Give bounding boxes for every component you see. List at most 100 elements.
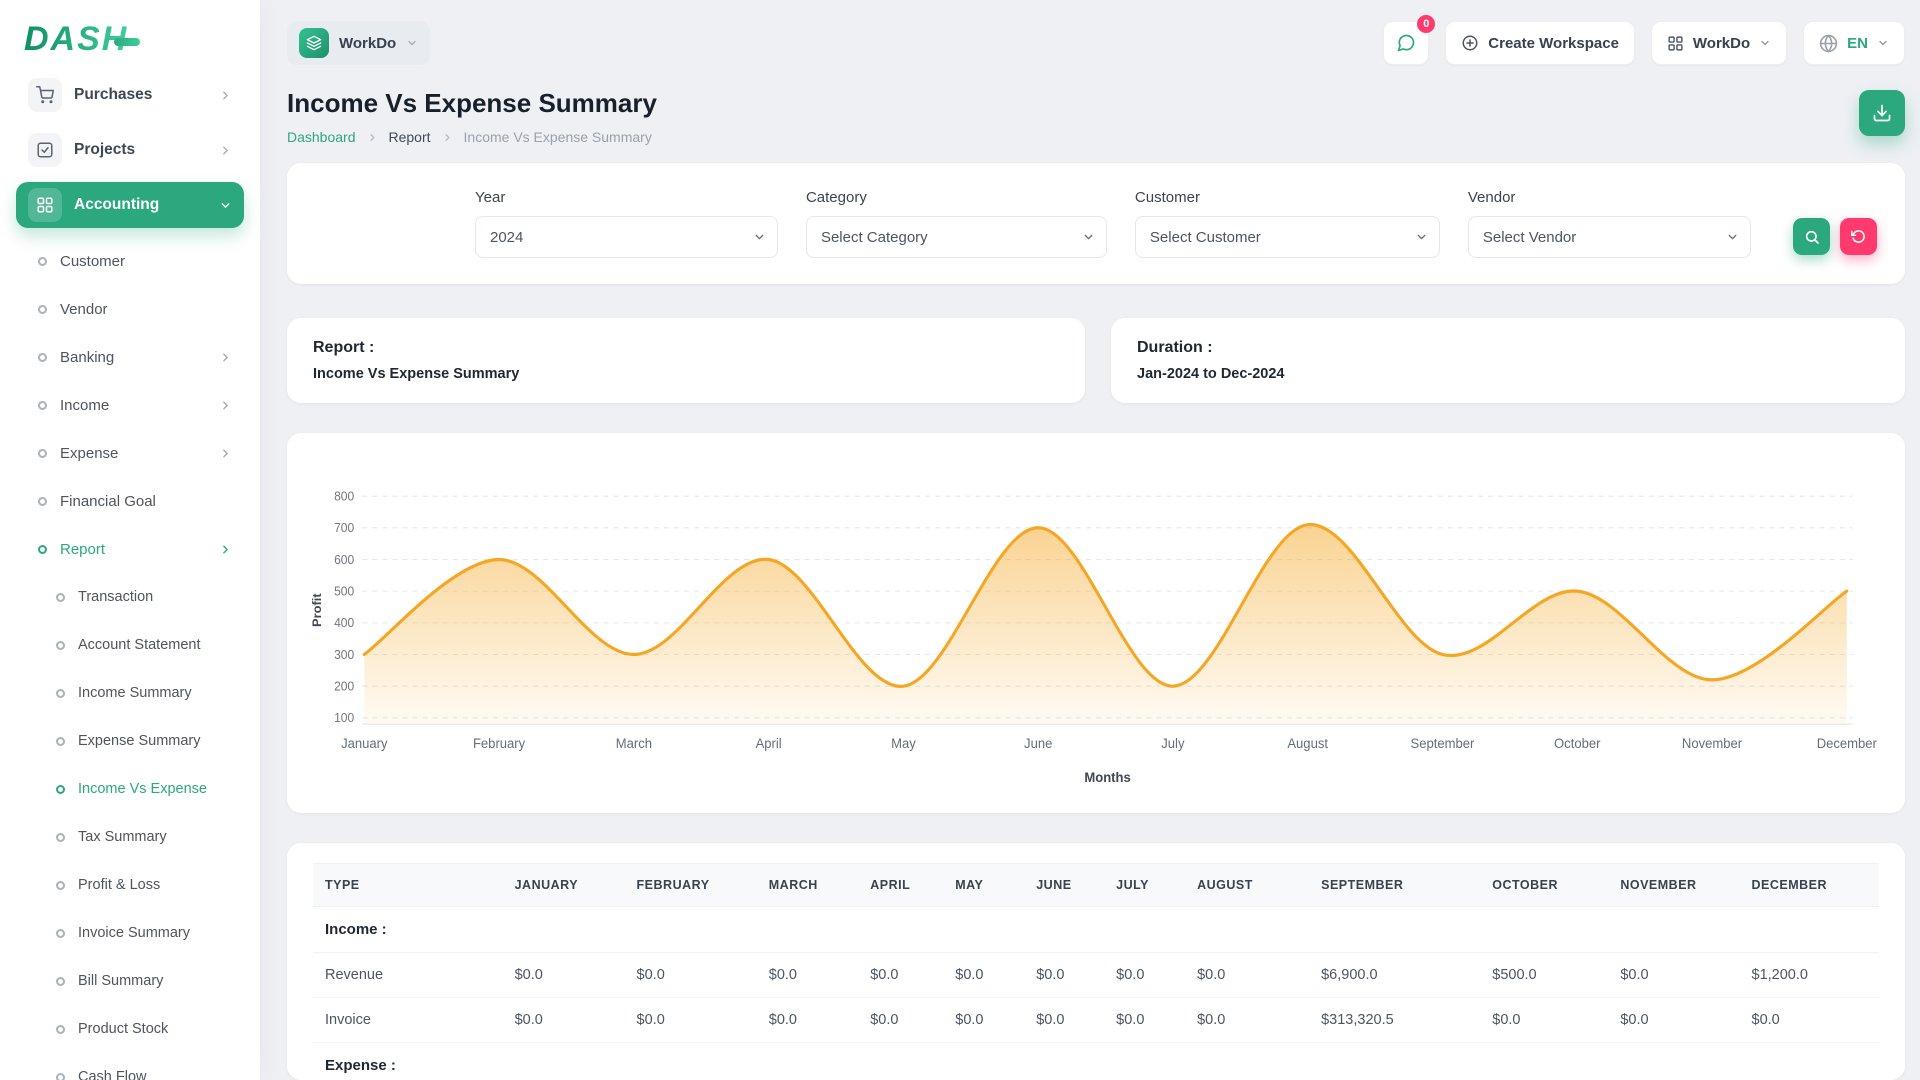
value-cell: $0.0 xyxy=(858,953,943,998)
workspace-menu-button[interactable]: WorkDo xyxy=(1651,21,1787,65)
report-value: Income Vs Expense Summary xyxy=(313,366,1059,382)
grid-icon xyxy=(1667,35,1684,52)
sidebar-item-banking[interactable]: Banking xyxy=(14,333,246,381)
chevron-down-icon xyxy=(219,199,232,212)
category-select[interactable]: Select Category xyxy=(806,216,1107,258)
value-cell: $0.0 xyxy=(858,998,943,1043)
sidebar-item-transaction[interactable]: Transaction xyxy=(14,573,246,621)
sidebar-item-label: Income Vs Expense xyxy=(78,781,232,797)
table-section-title: Expense : xyxy=(313,1043,1879,1080)
customer-field: Customer Select Customer xyxy=(1135,189,1440,258)
language-selector[interactable]: EN xyxy=(1803,21,1905,65)
sidebar-item-tax-summary[interactable]: Tax Summary xyxy=(14,813,246,861)
sidebar-item-label: Transaction xyxy=(78,589,232,605)
column-header: NOVEMBER xyxy=(1608,864,1739,907)
search-button[interactable] xyxy=(1793,218,1830,255)
column-header: MAY xyxy=(943,864,1024,907)
sidebar-item-purchases[interactable]: Purchases xyxy=(16,72,244,118)
sidebar-item-vendor[interactable]: Vendor xyxy=(14,285,246,333)
chevron-down-icon xyxy=(1759,37,1771,49)
sidebar-item-report[interactable]: Report xyxy=(14,525,246,573)
bullet-icon xyxy=(38,497,47,506)
download-button[interactable] xyxy=(1859,90,1905,136)
sidebar-item-profit-loss[interactable]: Profit & Loss xyxy=(14,861,246,909)
sidebar-item-label: Vendor xyxy=(60,301,232,318)
value-cell: $0.0 xyxy=(757,953,858,998)
sidebar-nav: Purchases Projects Accounting Customer Ve… xyxy=(14,72,246,1080)
sidebar-item-label: Tax Summary xyxy=(78,829,232,845)
messages-badge: 0 xyxy=(1417,15,1435,33)
vendor-label: Vendor xyxy=(1468,189,1751,206)
column-header: OCTOBER xyxy=(1480,864,1608,907)
sidebar-item-bill-summary[interactable]: Bill Summary xyxy=(14,957,246,1005)
sidebar-item-customer[interactable]: Customer xyxy=(14,237,246,285)
sidebar-item-expense-summary[interactable]: Expense Summary xyxy=(14,717,246,765)
sidebar-item-projects[interactable]: Projects xyxy=(16,127,244,173)
page-title: Income Vs Expense Summary xyxy=(287,88,657,119)
table-header-row: TYPEJANUARYFEBRUARYMARCHAPRILMAYJUNEJULY… xyxy=(313,864,1879,907)
summary-row: Report : Income Vs Expense Summary Durat… xyxy=(287,318,1905,403)
sidebar-item-label: Account Statement xyxy=(78,637,232,653)
breadcrumb: Dashboard Report Income Vs Expense Summa… xyxy=(287,129,657,145)
sidebar-item-label: Profit & Loss xyxy=(78,877,232,893)
value-cell: $0.0 xyxy=(943,998,1024,1043)
column-header: APRIL xyxy=(858,864,943,907)
value-cell: $0.0 xyxy=(1480,998,1608,1043)
value-cell: $0.0 xyxy=(503,953,625,998)
sidebar-item-financial-goal[interactable]: Financial Goal xyxy=(14,477,246,525)
create-workspace-label: Create Workspace xyxy=(1488,35,1619,52)
bullet-icon xyxy=(56,1025,65,1034)
customer-select[interactable]: Select Customer xyxy=(1135,216,1440,258)
svg-text:December: December xyxy=(1817,735,1878,750)
breadcrumb-current: Income Vs Expense Summary xyxy=(464,129,652,145)
bullet-icon xyxy=(56,737,65,746)
sidebar-item-label: Cash Flow xyxy=(78,1069,232,1080)
sidebar-item-income-vs-expense[interactable]: Income Vs Expense xyxy=(14,765,246,813)
accounting-submenu: Customer Vendor BankingIncomeExpense Financ… xyxy=(14,237,246,1080)
chevron-right-icon xyxy=(219,351,232,364)
value-cell: $0.0 xyxy=(1185,998,1309,1043)
bullet-icon xyxy=(38,257,47,266)
value-cell: $0.0 xyxy=(1185,953,1309,998)
sidebar-item-cash-flow[interactable]: Cash Flow xyxy=(14,1053,246,1080)
bullet-icon xyxy=(56,593,65,602)
svg-text:200: 200 xyxy=(334,679,354,693)
messages-button[interactable]: 0 xyxy=(1383,21,1429,65)
svg-text:July: July xyxy=(1161,735,1184,750)
category-label: Category xyxy=(806,189,1107,206)
sidebar-item-income-summary[interactable]: Income Summary xyxy=(14,669,246,717)
reset-button[interactable] xyxy=(1840,218,1877,255)
table-section-row: Expense : xyxy=(313,1043,1879,1080)
sidebar-item-label: Financial Goal xyxy=(60,493,232,510)
svg-text:800: 800 xyxy=(334,489,354,503)
value-cell: $0.0 xyxy=(1024,953,1104,998)
brand-logo[interactable]: DASH xyxy=(14,16,246,62)
breadcrumb-report[interactable]: Report xyxy=(389,129,431,145)
year-select[interactable]: 2024 xyxy=(475,216,778,258)
chevron-right-icon xyxy=(219,144,232,157)
sidebar-item-expense[interactable]: Expense xyxy=(14,429,246,477)
sidebar-item-product-stock[interactable]: Product Stock xyxy=(14,1005,246,1053)
bullet-icon xyxy=(56,881,65,890)
row-type-cell: Invoice xyxy=(313,998,503,1043)
globe-icon xyxy=(1819,34,1838,53)
table-section-row: Income : xyxy=(313,907,1879,953)
sidebar-item-label: Accounting xyxy=(74,196,207,214)
svg-text:Profit: Profit xyxy=(310,593,324,627)
sidebar-item-invoice-summary[interactable]: Invoice Summary xyxy=(14,909,246,957)
bullet-icon xyxy=(56,929,65,938)
sidebar-item-label: Purchases xyxy=(74,86,207,104)
sidebar-item-account-statement[interactable]: Account Statement xyxy=(14,621,246,669)
sidebar-item-income[interactable]: Income xyxy=(14,381,246,429)
sidebar-item-label: Projects xyxy=(74,141,207,159)
breadcrumb-dashboard[interactable]: Dashboard xyxy=(287,129,356,145)
workspace-selector[interactable]: WorkDo xyxy=(287,21,430,65)
bullet-icon xyxy=(38,401,47,410)
create-workspace-button[interactable]: Create Workspace xyxy=(1445,21,1635,65)
sidebar-item-label: Expense Summary xyxy=(78,733,232,749)
sidebar-item-accounting[interactable]: Accounting xyxy=(16,182,244,228)
table-row: Revenue$0.0$0.0$0.0$0.0$0.0$0.0$0.0$0.0$… xyxy=(313,953,1879,998)
income-expense-chart: 100200300400500600700800JanuaryFebruaryM… xyxy=(307,451,1885,793)
vendor-select[interactable]: Select Vendor xyxy=(1468,216,1751,258)
value-cell: $6,900.0 xyxy=(1309,953,1480,998)
